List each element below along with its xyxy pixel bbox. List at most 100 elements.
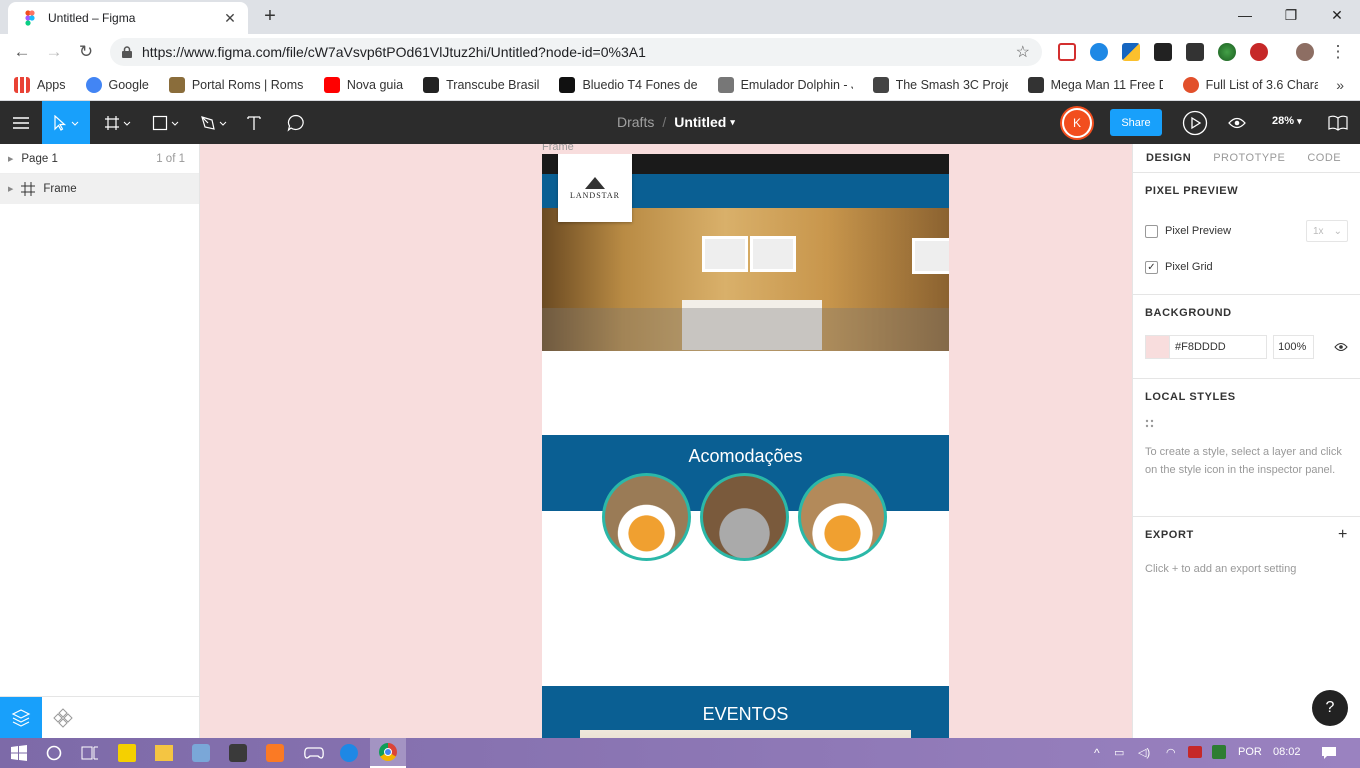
- bookmark-full-list[interactable]: Full List of 3.6 Charac: [1182, 77, 1318, 93]
- background-swatch[interactable]: [1146, 336, 1170, 358]
- background-opacity-field[interactable]: 100%: [1273, 335, 1314, 359]
- bookmark-star-icon[interactable]: ☆: [1016, 42, 1030, 62]
- extension-cat-icon[interactable]: [1154, 43, 1172, 61]
- zoom-dropdown[interactable]: 28% ▾: [1272, 115, 1302, 127]
- task-view-icon[interactable]: [79, 742, 101, 764]
- bookmark-dolphin[interactable]: Emulador Dolphin - J: [717, 77, 853, 93]
- bookmark-label: Full List of 3.6 Charac: [1205, 78, 1318, 92]
- bookmark-smash[interactable]: The Smash 3C Projec: [872, 77, 1008, 93]
- extension-flag-icon[interactable]: [1122, 43, 1140, 61]
- scale-value: 1x: [1313, 225, 1324, 237]
- pixel-preview-row[interactable]: Pixel Preview 1x ⌄: [1145, 213, 1348, 249]
- bookmark-google[interactable]: Google: [85, 77, 149, 93]
- bookmark-apps[interactable]: Apps: [14, 77, 66, 93]
- local-styles-section: LOCAL STYLES To create a style, select a…: [1133, 379, 1360, 517]
- text-tool-icon[interactable]: [240, 101, 268, 144]
- shield-tray-icon[interactable]: [1212, 745, 1226, 759]
- file-explorer-icon[interactable]: [155, 745, 173, 761]
- shape-tool-icon[interactable]: [146, 101, 186, 144]
- tray-overflow-icon[interactable]: ^: [1094, 746, 1100, 760]
- extension-pocket-icon[interactable]: [1058, 43, 1076, 61]
- tab-prototype[interactable]: PROTOTYPE: [1213, 152, 1285, 164]
- design-canvas[interactable]: Frame LANDSTAR Acomodações EVENTOS: [200, 144, 1132, 738]
- frame-tool-icon[interactable]: [98, 101, 138, 144]
- move-tool-icon[interactable]: [42, 101, 90, 144]
- address-bar[interactable]: https://www.figma.com/file/cW7aVsvp6tPOd…: [110, 38, 1042, 66]
- bookmark-megaman[interactable]: Mega Man 11 Free D: [1027, 77, 1163, 93]
- close-window-button[interactable]: ✕: [1314, 0, 1360, 30]
- help-button[interactable]: ?: [1312, 690, 1348, 726]
- add-export-icon[interactable]: +: [1338, 526, 1348, 544]
- bookmark-portal-roms[interactable]: Portal Roms | Roms Is: [168, 77, 304, 93]
- tab-close-icon[interactable]: ✕: [222, 10, 238, 27]
- caret-right-icon[interactable]: ▶: [8, 185, 13, 193]
- logo-mountain-icon: [585, 176, 605, 189]
- tab-design[interactable]: DESIGN: [1146, 152, 1191, 164]
- visibility-eye-icon[interactable]: [1334, 342, 1348, 352]
- forward-icon[interactable]: →: [42, 40, 66, 64]
- browser-toolbar: ← → ↻ https://www.figma.com/file/cW7aVsv…: [0, 34, 1360, 70]
- cortana-search-icon[interactable]: [43, 742, 65, 764]
- language-indicator[interactable]: POR: [1238, 746, 1262, 758]
- main-menu-icon[interactable]: [0, 101, 42, 144]
- chrome-taskbar-icon[interactable]: [370, 738, 406, 768]
- file-name[interactable]: Untitled: [674, 114, 726, 130]
- comment-tool-icon[interactable]: [280, 101, 312, 144]
- bookmark-transcube[interactable]: Transcube Brasil: [423, 77, 539, 93]
- bookmark-bluedio[interactable]: Bluedio T4 Fones de: [559, 77, 698, 93]
- bookmarks-more-icon[interactable]: »: [1336, 77, 1344, 93]
- edge-browser-icon[interactable]: [340, 744, 358, 762]
- tab-title: Untitled – Figma: [48, 11, 136, 25]
- extension-gear-icon[interactable]: [1090, 43, 1108, 61]
- share-button[interactable]: Share: [1110, 109, 1162, 136]
- present-icon[interactable]: [1180, 101, 1210, 144]
- antivirus-tray-icon[interactable]: [1188, 746, 1202, 758]
- game-app-icon[interactable]: [192, 744, 210, 762]
- browser-tab[interactable]: Untitled – Figma ✕: [8, 2, 248, 34]
- layer-row-frame[interactable]: ▶ Frame: [0, 174, 199, 204]
- wifi-icon[interactable]: ◠: [1166, 746, 1176, 759]
- pixel-grid-checkbox[interactable]: ✓: [1145, 260, 1158, 274]
- pixel-grid-row[interactable]: ✓ Pixel Grid: [1145, 249, 1348, 285]
- restore-button[interactable]: ❐: [1268, 0, 1314, 30]
- inspector-panel: DESIGN PROTOTYPE CODE PIXEL PREVIEW Pixe…: [1132, 144, 1360, 738]
- extension-sm-icon[interactable]: [1186, 43, 1204, 61]
- chevron-down-icon[interactable]: ▾: [730, 117, 735, 130]
- pen-tool-icon[interactable]: [194, 101, 234, 144]
- gamepad-icon[interactable]: [303, 742, 325, 764]
- frame-label[interactable]: Frame: [542, 144, 574, 153]
- bookmark-nova-guia[interactable]: Nova guia: [323, 77, 403, 93]
- view-eye-icon[interactable]: [1224, 101, 1250, 144]
- minimize-button[interactable]: —: [1222, 0, 1268, 30]
- design-frame[interactable]: LANDSTAR Acomodações EVENTOS: [542, 154, 949, 738]
- volume-icon[interactable]: ◁): [1138, 746, 1150, 759]
- accommodations-title: Acomodações: [688, 446, 803, 466]
- pixel-preview-scale-select[interactable]: 1x ⌄: [1306, 220, 1348, 242]
- page-selector[interactable]: ▶ Page 1 1 of 1: [0, 144, 199, 174]
- background-hex[interactable]: #F8DDDD: [1175, 341, 1226, 353]
- reload-icon[interactable]: ↻: [74, 40, 98, 64]
- background-color-field[interactable]: #F8DDDD: [1145, 335, 1268, 359]
- chrome-menu-icon[interactable]: ⋮: [1326, 40, 1350, 64]
- figma-favicon-icon: [22, 10, 38, 26]
- layers-tab-icon[interactable]: [0, 697, 42, 739]
- tab-code[interactable]: CODE: [1307, 152, 1341, 164]
- clock[interactable]: 08:02: [1273, 746, 1301, 758]
- library-book-icon[interactable]: [1324, 101, 1352, 144]
- user-avatar[interactable]: K: [1062, 108, 1092, 138]
- xampp-icon[interactable]: [266, 744, 284, 762]
- extension-globe-icon[interactable]: [1218, 43, 1236, 61]
- chrome-logo-icon: [379, 743, 397, 761]
- notifications-icon[interactable]: [1318, 742, 1340, 764]
- new-tab-button[interactable]: +: [258, 5, 282, 28]
- back-icon[interactable]: ←: [10, 40, 34, 64]
- sticky-notes-icon[interactable]: [118, 744, 136, 762]
- pixel-preview-checkbox[interactable]: [1145, 224, 1158, 238]
- windows-start-icon[interactable]: [8, 742, 30, 764]
- profile-avatar-icon[interactable]: [1296, 43, 1314, 61]
- components-tab-icon[interactable]: [52, 707, 74, 732]
- breadcrumb-drafts[interactable]: Drafts: [617, 114, 654, 130]
- battery-icon[interactable]: ▭: [1114, 746, 1124, 759]
- extension-mario-icon[interactable]: [1250, 43, 1268, 61]
- sublime-text-icon[interactable]: [229, 744, 247, 762]
